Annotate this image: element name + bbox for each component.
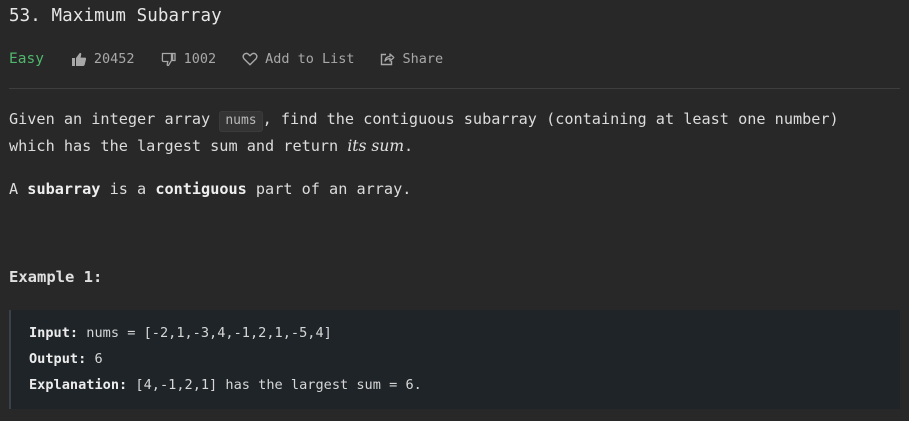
- example-input-label: Input:: [29, 325, 79, 341]
- header-divider: [9, 88, 900, 89]
- problem-title: 53. Maximum Subarray: [9, 6, 222, 26]
- like-count: 20452: [93, 51, 135, 67]
- description-line-1: Given an integer array nums, find the co…: [9, 110, 839, 132]
- description-text: .: [404, 137, 414, 155]
- thumbs-down-icon: [161, 52, 176, 66]
- description-line-2: which has the largest sum and return its…: [9, 137, 413, 155]
- description-text: is a: [100, 180, 156, 198]
- bold-contiguous: contiguous: [155, 180, 247, 198]
- problem-meta-row: Easy 20452 1002 Add to List Share: [9, 48, 469, 70]
- description-text: A: [9, 180, 28, 198]
- description-text: , find the contiguous subarray (containi…: [262, 110, 839, 128]
- subarray-definition: A subarray is a contiguous part of an ar…: [9, 180, 411, 198]
- bold-subarray: subarray: [27, 180, 101, 198]
- dislike-count: 1002: [183, 51, 217, 67]
- inline-code-nums: nums: [219, 111, 263, 132]
- share-icon: [381, 53, 395, 66]
- like-button[interactable]: 20452: [71, 51, 135, 67]
- share-label: Share: [402, 51, 444, 67]
- example-block: Input: nums = [-2,1,-3,4,-1,2,1,-5,4] Ou…: [9, 310, 900, 409]
- example-explanation-label: Explanation:: [29, 377, 128, 393]
- example-heading: Example 1:: [9, 268, 103, 286]
- thumbs-up-icon: [71, 52, 87, 66]
- example-input-value: nums = [-2,1,-3,4,-1,2,1,-5,4]: [78, 325, 332, 341]
- add-to-list-label: Add to List: [265, 51, 355, 67]
- description-text: part of an array.: [246, 180, 412, 198]
- example-output-line: Output: 6: [29, 349, 900, 375]
- example-input-line: Input: nums = [-2,1,-3,4,-1,2,1,-5,4]: [29, 323, 900, 349]
- dislike-button[interactable]: 1002: [161, 51, 217, 67]
- difficulty-badge: Easy: [9, 51, 44, 67]
- problem-description-panel: 53. Maximum Subarray Easy 20452 1002 Add…: [0, 0, 909, 421]
- example-output-label: Output:: [29, 351, 87, 367]
- heart-icon: [242, 52, 258, 66]
- example-output-value: 6: [86, 351, 103, 367]
- add-to-list-button[interactable]: Add to List: [242, 51, 354, 67]
- share-button[interactable]: Share: [380, 51, 443, 67]
- example-explanation-line: Explanation: [4,-1,2,1] has the largest …: [29, 375, 900, 401]
- description-text: Given an integer array: [9, 110, 220, 128]
- emphasis-its-sum: its sum: [347, 137, 405, 155]
- example-explanation-value: [4,-1,2,1] has the largest sum = 6.: [127, 377, 422, 393]
- description-text: which has the largest sum and return: [9, 137, 348, 155]
